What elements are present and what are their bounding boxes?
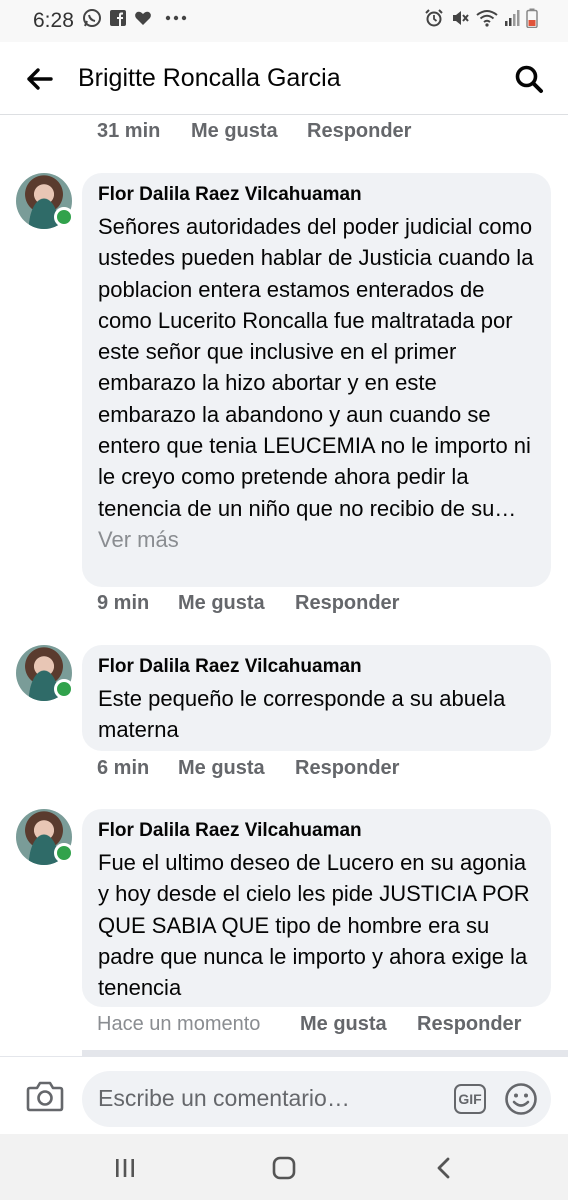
emoji-button[interactable] bbox=[504, 1082, 538, 1116]
avatar[interactable] bbox=[16, 173, 74, 229]
online-status-dot bbox=[54, 843, 74, 863]
comment-bubble[interactable]: Flor Dalila Raez Vilcahuaman Señores aut… bbox=[82, 173, 551, 587]
signal-icon bbox=[504, 9, 520, 27]
comment-meta: Hace un momento Me gusta Responder bbox=[97, 1013, 557, 1039]
like-button[interactable]: Me gusta bbox=[191, 120, 278, 143]
search-button[interactable] bbox=[512, 62, 546, 96]
online-status-dot bbox=[54, 207, 74, 227]
comment-time: Hace un momento bbox=[97, 1013, 261, 1035]
camera-button[interactable] bbox=[26, 1079, 64, 1115]
back-icon bbox=[437, 1157, 450, 1179]
comment-bubble[interactable]: Flor Dalila Raez Vilcahuaman Fue el ulti… bbox=[82, 809, 551, 1007]
like-button[interactable]: Me gusta bbox=[178, 757, 265, 780]
status-left-icons bbox=[82, 8, 187, 28]
more-dots-icon bbox=[165, 15, 187, 21]
comment-text: Fue el ultimo deseo de Lucero en su agon… bbox=[98, 850, 530, 1001]
wifi-icon bbox=[476, 9, 498, 27]
header: Brigitte Roncalla Garcia bbox=[0, 42, 568, 115]
alarm-icon bbox=[424, 8, 444, 28]
facebook-icon bbox=[109, 9, 127, 27]
comment-text: Este pequeño le corresponde a su abuela … bbox=[98, 686, 506, 743]
comment-input[interactable]: Escribe un comentario… GIF bbox=[82, 1071, 551, 1127]
heart-icon bbox=[134, 9, 152, 27]
home-button[interactable] bbox=[266, 1152, 302, 1184]
back-button[interactable] bbox=[22, 62, 56, 96]
comment-time: 9 min bbox=[97, 592, 150, 614]
gif-icon: GIF bbox=[458, 1091, 482, 1107]
whatsapp-icon bbox=[82, 8, 102, 28]
comment-bubble[interactable]: Flor Dalila Raez Vilcahuaman Este pequeñ… bbox=[82, 645, 551, 751]
back-arrow-icon bbox=[27, 68, 53, 90]
avatar[interactable] bbox=[16, 645, 74, 701]
comment-time: 6 min bbox=[97, 757, 150, 779]
like-button[interactable]: Me gusta bbox=[300, 1013, 387, 1036]
gif-button[interactable]: GIF bbox=[454, 1084, 486, 1114]
search-icon bbox=[515, 65, 543, 93]
status-bar: 6:28 bbox=[0, 0, 568, 42]
comment-composer: Escribe un comentario… GIF bbox=[0, 1056, 568, 1137]
battery-icon bbox=[526, 8, 538, 28]
reply-button[interactable]: Responder bbox=[307, 120, 411, 143]
mute-icon bbox=[450, 8, 470, 28]
recent-apps-button[interactable] bbox=[107, 1152, 143, 1184]
status-time: 6:28 bbox=[33, 9, 74, 32]
like-button[interactable]: Me gusta bbox=[178, 592, 265, 615]
camera-icon bbox=[26, 1081, 64, 1112]
comment-author[interactable]: Flor Dalila Raez Vilcahuaman bbox=[98, 819, 535, 843]
reply-button[interactable]: Responder bbox=[295, 592, 399, 615]
recent-apps-icon bbox=[116, 1159, 134, 1177]
comment-meta: 31 min Me gusta Responder bbox=[97, 120, 557, 146]
reply-button[interactable]: Responder bbox=[295, 757, 399, 780]
comment-time: 31 min bbox=[97, 120, 161, 142]
reply-button[interactable]: Responder bbox=[417, 1013, 521, 1036]
avatar[interactable] bbox=[16, 809, 74, 865]
comment-meta: 9 min Me gusta Responder bbox=[97, 592, 557, 618]
comment-placeholder: Escribe un comentario… bbox=[98, 1085, 350, 1111]
online-status-dot bbox=[54, 679, 74, 699]
home-icon bbox=[272, 1156, 296, 1180]
emoji-icon bbox=[505, 1083, 537, 1115]
comment-author[interactable]: Flor Dalila Raez Vilcahuaman bbox=[98, 655, 535, 679]
comment-author[interactable]: Flor Dalila Raez Vilcahuaman bbox=[98, 183, 535, 207]
page-title: Brigitte Roncalla Garcia bbox=[78, 64, 341, 92]
comment-meta: 6 min Me gusta Responder bbox=[97, 757, 557, 783]
status-right-icons bbox=[424, 8, 538, 28]
comment-body: Señores autoridades del poder judicial c… bbox=[98, 214, 534, 521]
system-back-button[interactable] bbox=[426, 1152, 462, 1184]
see-more-link[interactable]: Ver más bbox=[98, 527, 179, 552]
comment-text: Señores autoridades del poder judicial c… bbox=[98, 211, 535, 555]
system-nav-bar bbox=[0, 1134, 568, 1200]
